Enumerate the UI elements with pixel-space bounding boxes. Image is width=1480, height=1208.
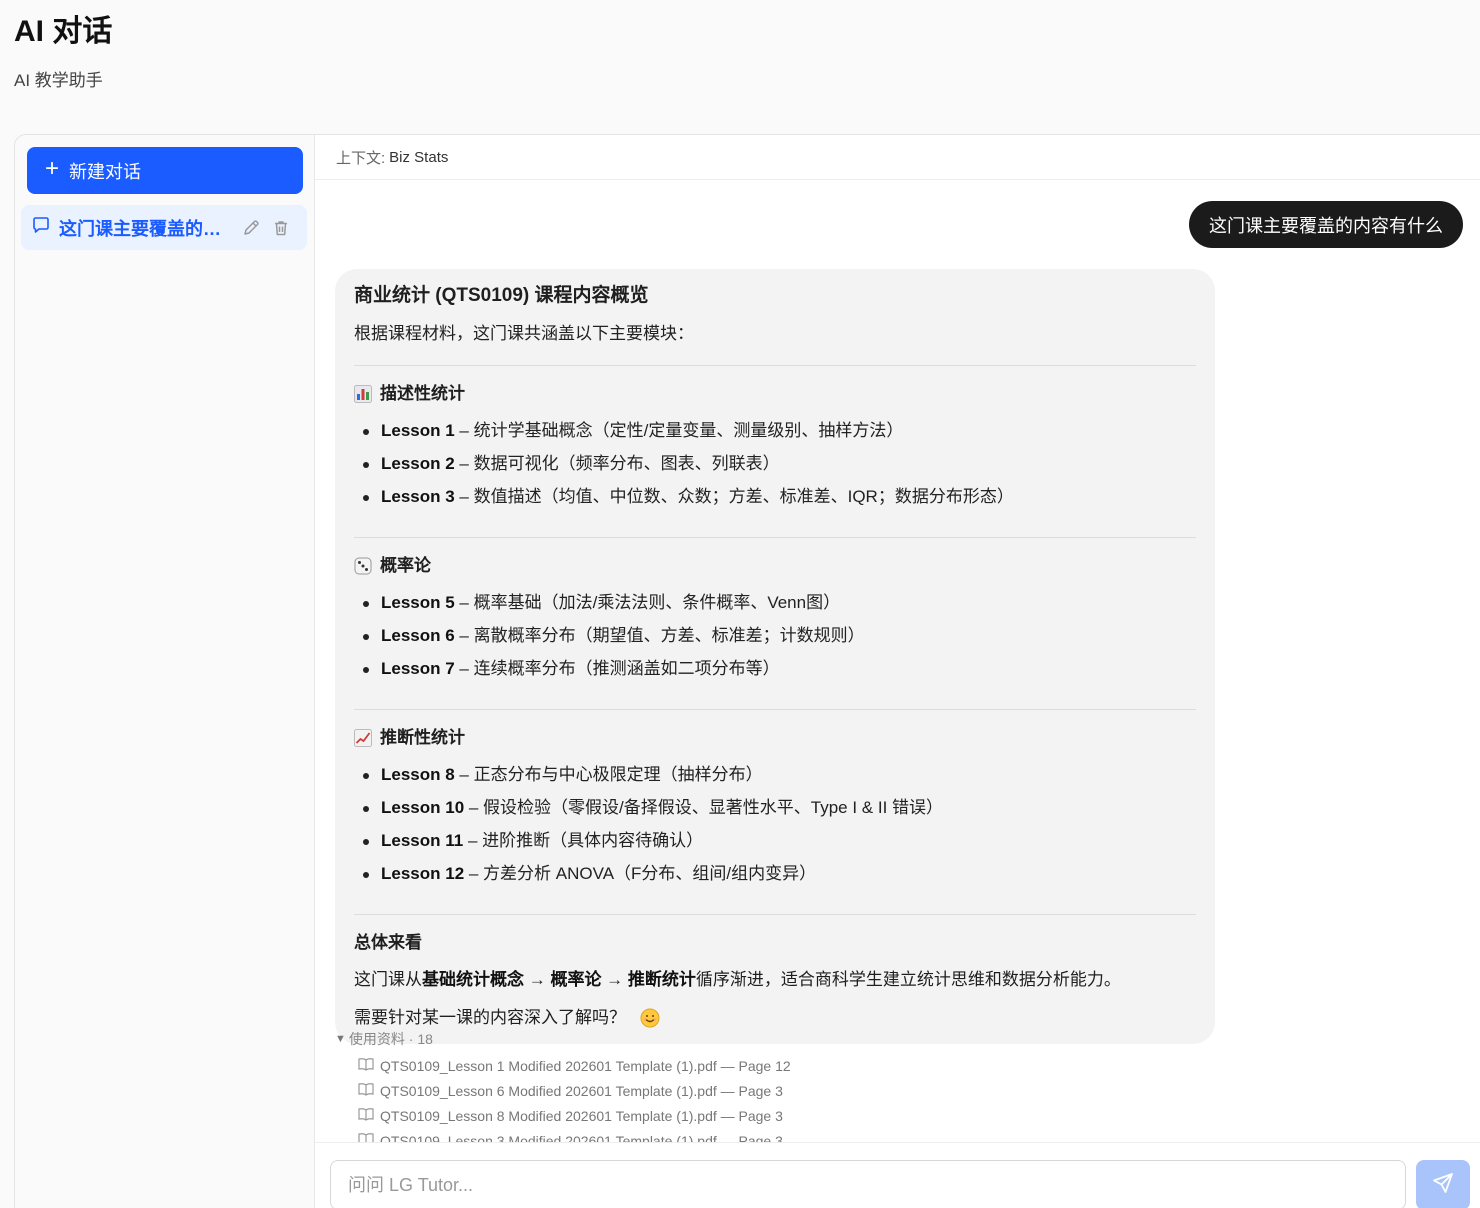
summary-arrow-1: → <box>524 970 551 989</box>
send-icon <box>1432 1172 1454 1199</box>
page-subtitle: AI 教学助手 <box>14 71 103 90</box>
closing-line: 需要针对某一课的内容深入了解吗？ <box>354 1006 1196 1030</box>
section-heading: 概率论 <box>354 554 1196 578</box>
lesson-number: Lesson 8 <box>381 765 455 784</box>
summary-pre: 这门课从 <box>354 970 422 989</box>
summary-arrow-2: → <box>601 970 628 989</box>
source-title: QTS0109_Lesson 8 Modified 202601 Templat… <box>380 1107 783 1124</box>
user-message: 这门课主要覆盖的内容有什么 <box>1189 201 1463 248</box>
source-item[interactable]: QTS0109_Lesson 1 Modified 202601 Templat… <box>335 1053 1035 1078</box>
lesson-item: Lesson 11 – 进阶推断（具体内容待确认） <box>354 829 1196 862</box>
lesson-desc: – 连续概率分布（推测涵盖如二项分布等） <box>454 659 780 678</box>
lesson-item: Lesson 10 – 假设检验（零假设/备择假设、显著性水平、Type I &… <box>354 796 1196 829</box>
lesson-desc: – 方差分析 ANOVA（F分布、组间/组内变异） <box>464 864 817 883</box>
summary-bold-3: 推断统计 <box>627 970 696 989</box>
source-item[interactable]: QTS0109_Lesson 6 Modified 202601 Templat… <box>335 1078 1035 1103</box>
smiling-face-icon <box>640 1008 660 1028</box>
lesson-desc: – 假设检验（零假设/备择假设、显著性水平、Type I & II 错误） <box>464 798 944 817</box>
lesson-item: Lesson 2 – 数据可视化（频率分布、图表、列联表） <box>354 452 1196 485</box>
lesson-desc: – 数据可视化（频率分布、图表、列联表） <box>454 454 780 473</box>
assistant-title: 商业统计 (QTS0109) 课程内容概览 <box>354 285 649 306</box>
book-icon <box>358 1107 374 1124</box>
divider <box>354 537 1196 538</box>
lesson-item: Lesson 5 – 概率基础（加法/乘法法则、条件概率、Venn图） <box>354 591 1196 624</box>
lesson-number: Lesson 11 <box>381 831 464 850</box>
sources-panel: ▼ 使用资料 · 18 QTS0109_Lesson 1 Modified 20… <box>335 1029 1035 1153</box>
triangle-down-icon: ▼ <box>335 1033 346 1045</box>
lesson-desc: – 数值描述（均值、中位数、众数；方差、标准差、IQR；数据分布形态） <box>454 487 1014 506</box>
conversation-sidebar: + 新建对话 这门课主要覆盖的内容有什么 <box>15 135 315 1208</box>
section-title: 描述性统计 <box>380 384 465 403</box>
trash-icon[interactable] <box>271 218 291 238</box>
context-value: Biz Stats <box>389 148 449 166</box>
source-item[interactable]: QTS0109_Lesson 8 Modified 202601 Templat… <box>335 1103 1035 1128</box>
lesson-desc: – 正态分布与中心极限定理（抽样分布） <box>454 765 763 784</box>
divider <box>354 365 1196 366</box>
new-chat-label: 新建对话 <box>69 161 142 182</box>
lesson-item: Lesson 7 – 连续概率分布（推测涵盖如二项分布等） <box>354 657 1196 690</box>
summary-post: 循序渐进，适合商科学生建立统计思维和数据分析能力。 <box>695 970 1121 989</box>
new-chat-button[interactable]: + 新建对话 <box>27 147 303 194</box>
lesson-number: Lesson 10 <box>381 798 465 817</box>
lesson-number: Lesson 1 <box>381 421 455 440</box>
context-bar: 上下文: Biz Stats <box>315 135 1480 180</box>
chat-app-card: + 新建对话 这门课主要覆盖的内容有什么 上下文: Biz Stats 这门课主… <box>14 134 1480 1208</box>
conversation-label: 这门课主要覆盖的内容有什么 <box>59 218 231 239</box>
summary-bold-2: 概率论 <box>550 970 602 989</box>
lesson-list: Lesson 5 – 概率基础（加法/乘法法则、条件概率、Venn图） Less… <box>354 591 1196 690</box>
lesson-item: Lesson 6 – 离散概率分布（期望值、方差、标准差；计数规则） <box>354 624 1196 657</box>
lesson-number: Lesson 12 <box>381 864 465 883</box>
lesson-item: Lesson 12 – 方差分析 ANOVA（F分布、组间/组内变异） <box>354 862 1196 895</box>
bar-chart-icon <box>354 385 372 403</box>
dice-icon <box>354 557 372 575</box>
lesson-list: Lesson 1 – 统计学基础概念（定性/定量变量、测量级别、抽样方法） Le… <box>354 419 1196 518</box>
summary-title: 总体来看 <box>354 933 422 952</box>
lesson-desc: – 进阶推断（具体内容待确认） <box>463 831 704 850</box>
book-icon <box>358 1057 374 1074</box>
plus-icon: + <box>45 155 60 182</box>
lesson-number: Lesson 7 <box>381 659 455 678</box>
edit-pencil-icon[interactable] <box>241 218 261 238</box>
source-title: QTS0109_Lesson 6 Modified 202601 Templat… <box>380 1082 783 1099</box>
page-header: AI 对话 AI 教学助手 <box>14 14 112 92</box>
section-heading: 描述性统计 <box>354 382 1196 406</box>
assistant-message: 商业统计 (QTS0109) 课程内容概览 根据课程材料，这门课共涵盖以下主要模… <box>335 269 1215 1044</box>
chat-bubble-icon <box>31 215 51 240</box>
book-icon <box>358 1082 374 1099</box>
lesson-item: Lesson 8 – 正态分布与中心极限定理（抽样分布） <box>354 763 1196 796</box>
lesson-number: Lesson 2 <box>381 454 455 473</box>
conversation-item[interactable]: 这门课主要覆盖的内容有什么 <box>21 205 307 250</box>
lesson-number: Lesson 6 <box>381 626 455 645</box>
sources-label: 使用资料 · 18 <box>348 1031 433 1047</box>
lesson-desc: – 概率基础（加法/乘法法则、条件概率、Venn图） <box>454 593 841 612</box>
section-title: 概率论 <box>380 556 431 575</box>
lesson-item: Lesson 3 – 数值描述（均值、中位数、众数；方差、标准差、IQR；数据分… <box>354 485 1196 518</box>
section-title: 推断性统计 <box>380 728 465 747</box>
input-bar <box>315 1142 1480 1208</box>
context-prefix: 上下文: <box>336 149 386 167</box>
lesson-number: Lesson 3 <box>381 487 455 506</box>
sources-toggle[interactable]: ▼ 使用资料 · 18 <box>335 1029 1035 1049</box>
lesson-item: Lesson 1 – 统计学基础概念（定性/定量变量、测量级别、抽样方法） <box>354 419 1196 452</box>
assistant-intro: 根据课程材料，这门课共涵盖以下主要模块： <box>354 324 694 343</box>
summary-bold-1: 基础统计概念 <box>422 970 524 989</box>
lesson-desc: – 离散概率分布（期望值、方差、标准差；计数规则） <box>454 626 865 645</box>
page-title: AI 对话 <box>14 15 113 48</box>
lesson-list: Lesson 8 – 正态分布与中心极限定理（抽样分布） Lesson 10 –… <box>354 763 1196 895</box>
closing-text: 需要针对某一课的内容深入了解吗？ <box>354 1008 626 1027</box>
chat-main: 上下文: Biz Stats 这门课主要覆盖的内容有什么 商业统计 (QTS01… <box>315 135 1480 1208</box>
summary-text: 这门课从基础统计概念 → 概率论 → 推断统计循序渐进，适合商科学生建立统计思维… <box>354 968 1196 992</box>
divider <box>354 914 1196 915</box>
send-button[interactable] <box>1416 1160 1470 1208</box>
lesson-desc: – 统计学基础概念（定性/定量变量、测量级别、抽样方法） <box>454 421 904 440</box>
trend-chart-icon <box>354 729 372 747</box>
section-heading: 推断性统计 <box>354 726 1196 750</box>
divider <box>354 709 1196 710</box>
source-title: QTS0109_Lesson 1 Modified 202601 Templat… <box>380 1057 791 1074</box>
lesson-number: Lesson 5 <box>381 593 455 612</box>
chat-input[interactable] <box>330 1160 1406 1208</box>
